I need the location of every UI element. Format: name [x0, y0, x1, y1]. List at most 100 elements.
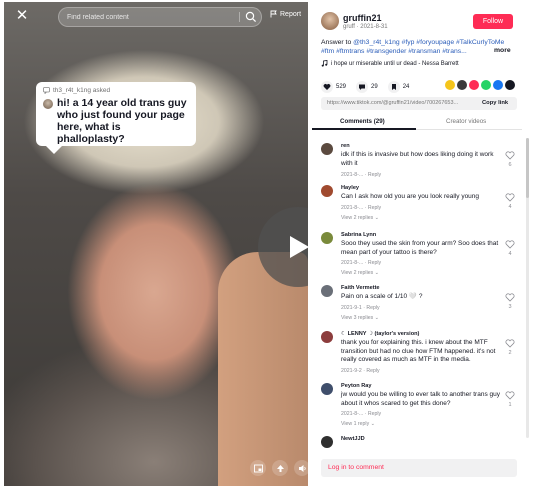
reply-link[interactable]: Reply [368, 260, 381, 266]
login-to-comment-link[interactable]: Log in to comment [328, 464, 384, 471]
music-title: i hope ur miserable until ur dead - Ness… [331, 60, 459, 67]
comment-item: NewtJJD [321, 436, 519, 450]
like-button[interactable]: 529 [321, 81, 346, 93]
commenter-avatar[interactable] [321, 232, 333, 244]
commenter-name[interactable]: Sabrina Lynn [341, 232, 376, 238]
commenter-avatar[interactable] [321, 285, 333, 297]
reply-link[interactable]: Reply [368, 172, 381, 178]
reply-link[interactable]: Reply [366, 368, 379, 374]
reply-link[interactable]: Reply [368, 411, 381, 417]
commenter-avatar[interactable] [321, 436, 333, 448]
comment-like-icon[interactable] [505, 293, 515, 302]
search-icon[interactable] [245, 11, 257, 23]
description-prefix: Answer to [321, 39, 354, 46]
commenter-avatar[interactable] [321, 185, 333, 197]
asker-avatar [43, 99, 53, 109]
commenter-name[interactable]: Hayley [341, 185, 359, 191]
commenter-name[interactable]: ☾ LENNY ☽ (taylor's version) [341, 331, 419, 337]
comments-scrollbar[interactable] [526, 138, 529, 438]
embed-icon[interactable] [445, 80, 455, 90]
video-controls [250, 460, 308, 476]
panel-tabs: Comments (29) Creator videos [312, 116, 522, 130]
video-link-box: https://www.tiktok.com/@gruffin21/video/… [321, 97, 517, 110]
commenter-name[interactable]: ren [341, 143, 350, 149]
music-track[interactable]: i hope ur miserable until ur dead - Ness… [321, 60, 459, 67]
picture-in-picture-icon[interactable] [250, 460, 266, 476]
reply-link[interactable]: Reply [366, 305, 379, 311]
commenter-avatar[interactable] [321, 143, 333, 155]
comment-item: Peyton Ray jw would you be willing to ev… [321, 383, 519, 433]
comment-date: 2021-9-2 [341, 368, 362, 374]
video-frame-detail [218, 252, 308, 486]
tab-creator-videos[interactable]: Creator videos [446, 118, 486, 125]
question-text: hi! a 14 year old trans guy who just fou… [57, 97, 187, 145]
comment-text: idk if this is invasive but how does lik… [341, 151, 494, 167]
share-arrow-icon[interactable] [505, 80, 515, 90]
video-description: Answer to @th3_r4t_k1ng #fyp #foryoupage… [321, 38, 517, 56]
search-divider [239, 12, 240, 22]
facebook-icon[interactable] [493, 80, 503, 90]
comment-date: 2021-8-... [341, 205, 364, 211]
comment-like-icon[interactable] [505, 391, 515, 400]
view-replies-link[interactable]: View 1 reply ⌄ [341, 421, 375, 427]
commenter-name[interactable]: NewtJJD [341, 436, 365, 442]
follow-button[interactable]: Follow [473, 14, 513, 29]
active-tab-indicator [312, 128, 416, 130]
comment-meta: 2021-8-... · Reply [341, 172, 382, 178]
comment-date: 2021-9-1 [341, 305, 362, 311]
pinterest-icon[interactable] [469, 80, 479, 90]
comment-date: 2021-8-... [341, 172, 364, 178]
bookmark-icon [391, 84, 396, 90]
volume-icon[interactable] [294, 460, 308, 476]
comment-like-count: 1 [508, 402, 512, 408]
related-search-box[interactable] [58, 7, 262, 27]
scrollbar-thumb[interactable] [526, 138, 529, 198]
comment-like-icon[interactable] [505, 193, 515, 202]
commenter-name[interactable]: Peyton Ray [341, 383, 371, 389]
comment-meta: 2021-9-1 · Reply [341, 305, 380, 311]
report-button[interactable]: Report [270, 10, 301, 18]
view-replies-link[interactable]: View 3 replies ⌄ [341, 315, 379, 321]
video-link-url[interactable]: https://www.tiktok.com/@gruffin21/video/… [327, 100, 477, 106]
commenter-avatar[interactable] [321, 331, 333, 343]
more-link[interactable]: more [494, 47, 511, 54]
music-note-icon [321, 60, 328, 67]
email-icon[interactable] [457, 80, 467, 90]
report-label: Report [280, 10, 302, 18]
commenter-avatar[interactable] [321, 383, 333, 395]
comment-like-count: 2 [508, 350, 512, 356]
comment-text: Pain on a scale of 1/10 🤍 ? [341, 293, 423, 300]
comment-meta: 2021-8-... · Reply [341, 205, 382, 211]
share-buttons [445, 80, 515, 90]
scroll-up-icon[interactable] [272, 460, 288, 476]
save-button[interactable]: 24 [387, 81, 409, 93]
commenter-name[interactable]: Faith Vermette [341, 285, 380, 291]
comment-button[interactable]: 29 [356, 81, 378, 93]
comment-input-bar[interactable]: Log in to comment [321, 459, 517, 477]
author-name[interactable]: gruffin21 [343, 13, 382, 23]
reply-link[interactable]: Reply [368, 205, 381, 211]
comment-item: ☾ LENNY ☽ (taylor's version) thank you f… [321, 331, 519, 377]
flag-icon [270, 10, 277, 18]
comment-like-icon[interactable] [505, 151, 515, 160]
question-sticker: th3_r4t_k1ng asked hi! a 14 year old tra… [36, 82, 196, 154]
video-player[interactable]: ✕ Report th3_r4t_k1ng asked hi! a 14 yea… [4, 2, 308, 486]
comment-like-count: 4 [508, 204, 512, 210]
author-avatar[interactable] [321, 12, 339, 30]
search-input[interactable] [67, 8, 237, 26]
tab-comments[interactable]: Comments (29) [340, 118, 385, 125]
engagement-bar: 529 29 24 [321, 80, 521, 94]
close-icon[interactable]: ✕ [14, 8, 30, 24]
heart-icon [323, 84, 331, 90]
view-replies-link[interactable]: View 2 replies ⌄ [341, 215, 379, 221]
comment-date: 2021-8-... [341, 260, 364, 266]
comment-like-count: 6 [508, 162, 512, 168]
comment-like-icon[interactable] [505, 240, 515, 249]
copy-link-button[interactable]: Copy link [482, 100, 508, 106]
whatsapp-icon[interactable] [481, 80, 491, 90]
like-count: 529 [336, 84, 347, 90]
comment-text: Sooo they used the skin from your arm? S… [341, 240, 499, 256]
video-details-panel: gruffin21 gruff · 2021-8-31 Follow Answe… [312, 0, 540, 490]
comment-like-icon[interactable] [505, 339, 515, 348]
view-replies-link[interactable]: View 2 replies ⌄ [341, 270, 379, 276]
